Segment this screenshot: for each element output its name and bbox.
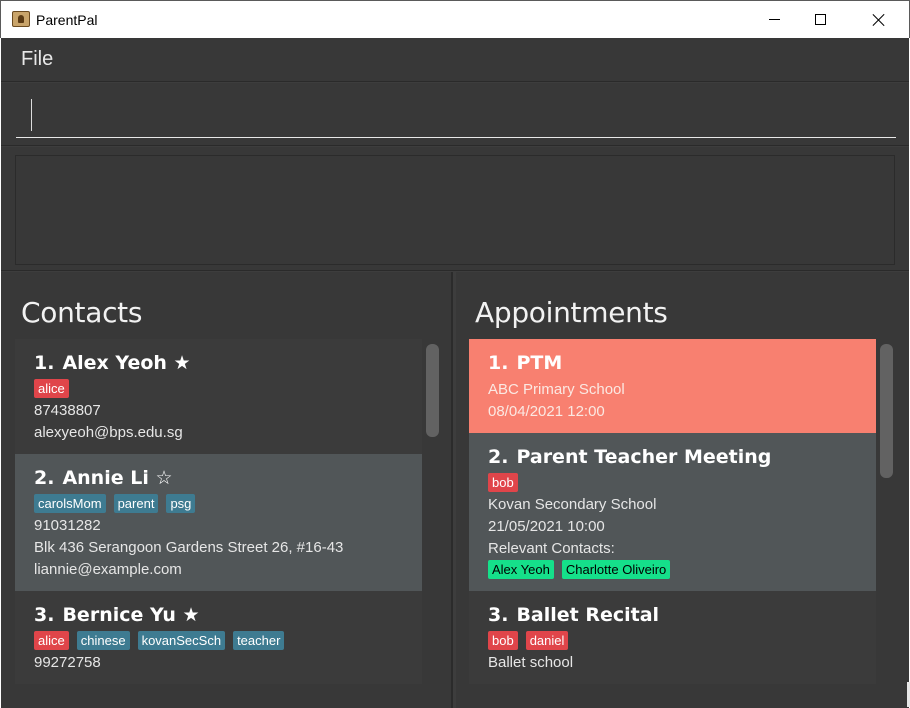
tag: chinese [76,631,130,650]
tag: parent [113,494,159,513]
tag: alice [34,631,69,650]
contact-card[interactable]: 1. Alex Yeoh ★ alice 87438807 alexyeoh@bps.e… [15,339,422,454]
card-detail: Ballet school [488,654,574,671]
tag-list: bob [488,473,857,492]
close-icon [872,13,886,27]
command-input[interactable] [16,91,896,138]
tag: psg [166,494,196,513]
appointment-card[interactable]: 2. Parent Teacher Meeting bob Kovan Seconda… [469,433,876,591]
appointments-title: Appointments [475,296,668,329]
text-caret [31,99,32,131]
tag: alice [34,379,69,398]
card-detail: ABC Primary School [488,381,625,398]
tag: bob [488,631,518,650]
menu-file[interactable]: File [21,48,53,71]
tag: daniel [525,631,569,650]
card-title: 1. PTM [488,352,857,374]
card-name: Parent Teacher Meeting [516,446,772,468]
card-index: 1. [34,352,55,374]
maximize-icon [814,14,826,25]
result-display [15,155,895,265]
card-name: Alex Yeoh ★ [62,352,191,374]
contact-card[interactable]: 3. Bernice Yu ★ alice chinese kovanSecSch tea… [15,591,422,684]
minimize-icon [768,19,780,20]
card-title: 3. Bernice Yu ★ [34,604,403,626]
minimize-button[interactable] [751,1,797,38]
card-index: 3. [34,604,55,626]
card-detail: Blk 436 Serangoon Gardens Street 26, #16… [34,539,344,556]
contact-tag: Charlotte Oliveiro [561,560,671,579]
appointment-card[interactable]: 3. Ballet Recital bob daniel Ballet school [469,591,876,684]
command-box-area [1,83,909,146]
card-name: Ballet Recital [516,604,660,626]
card-title: 2. Annie Li ☆ [34,467,403,489]
card-detail: 99272758 [34,654,101,671]
tag: kovanSecSch [137,631,226,650]
tag-list: carolsMom parent psg [34,494,403,513]
card-detail: 08/04/2021 12:00 [488,403,605,420]
appointment-card[interactable]: 1. PTM ABC Primary School 08/04/2021 12:00 [469,339,876,433]
card-title: 2. Parent Teacher Meeting [488,446,857,468]
list-panes: Contacts 1. Alex Yeoh ★ alice 87438807 alexy… [1,272,909,708]
card-title: 1. Alex Yeoh ★ [34,352,403,374]
card-title: 3. Ballet Recital [488,604,857,626]
card-name: PTM [516,352,563,374]
close-button[interactable] [856,1,902,38]
card-detail: alexyeoh@bps.edu.sg [34,424,183,441]
result-display-area [1,147,909,271]
tag-list: bob daniel [488,631,857,650]
card-detail: Kovan Secondary School [488,496,657,513]
tag: bob [488,473,518,492]
card-index: 3. [488,604,509,626]
contact-card[interactable]: 2. Annie Li ☆ carolsMom parent psg 91031282 Bl… [15,454,422,591]
contacts-title: Contacts [21,296,143,329]
tag: teacher [233,631,285,650]
card-detail: 91031282 [34,517,101,534]
app-window: File Contacts 1. Alex Yeoh ★ alice 87438807… [1,38,910,708]
window-title: ParentPal [36,12,98,28]
menu-bar: File [1,38,909,82]
contacts-scrollbar[interactable] [426,344,439,437]
relevant-contacts: Alex Yeoh Charlotte Oliveiro [488,560,857,579]
tag: carolsMom [34,494,106,513]
maximize-button[interactable] [797,1,843,38]
appointments-pane: Appointments 1. PTM ABC Primary School 08/0… [456,272,909,708]
card-index: 1. [488,352,509,374]
title-bar: ParentPal [0,0,910,38]
app-icon [12,11,30,27]
contact-tag: Alex Yeoh [488,560,554,579]
card-name: Bernice Yu ★ [62,604,200,626]
tag-list: alice chinese kovanSecSch teacher [34,631,403,650]
card-detail: 21/05/2021 10:00 [488,518,605,535]
card-index: 2. [488,446,509,468]
card-name: Annie Li ☆ [62,467,173,489]
appointments-list[interactable]: 1. PTM ABC Primary School 08/04/2021 12:00 2… [469,339,876,708]
appointments-scrollbar[interactable] [880,344,893,478]
card-index: 2. [34,467,55,489]
contacts-pane: Contacts 1. Alex Yeoh ★ alice 87438807 alexy… [1,272,453,708]
card-detail: 87438807 [34,402,101,419]
contacts-list[interactable]: 1. Alex Yeoh ★ alice 87438807 alexyeoh@bps.e… [15,339,422,708]
tag-list: alice [34,379,403,398]
card-detail: liannie@example.com [34,561,182,578]
card-detail: Relevant Contacts: [488,540,615,557]
